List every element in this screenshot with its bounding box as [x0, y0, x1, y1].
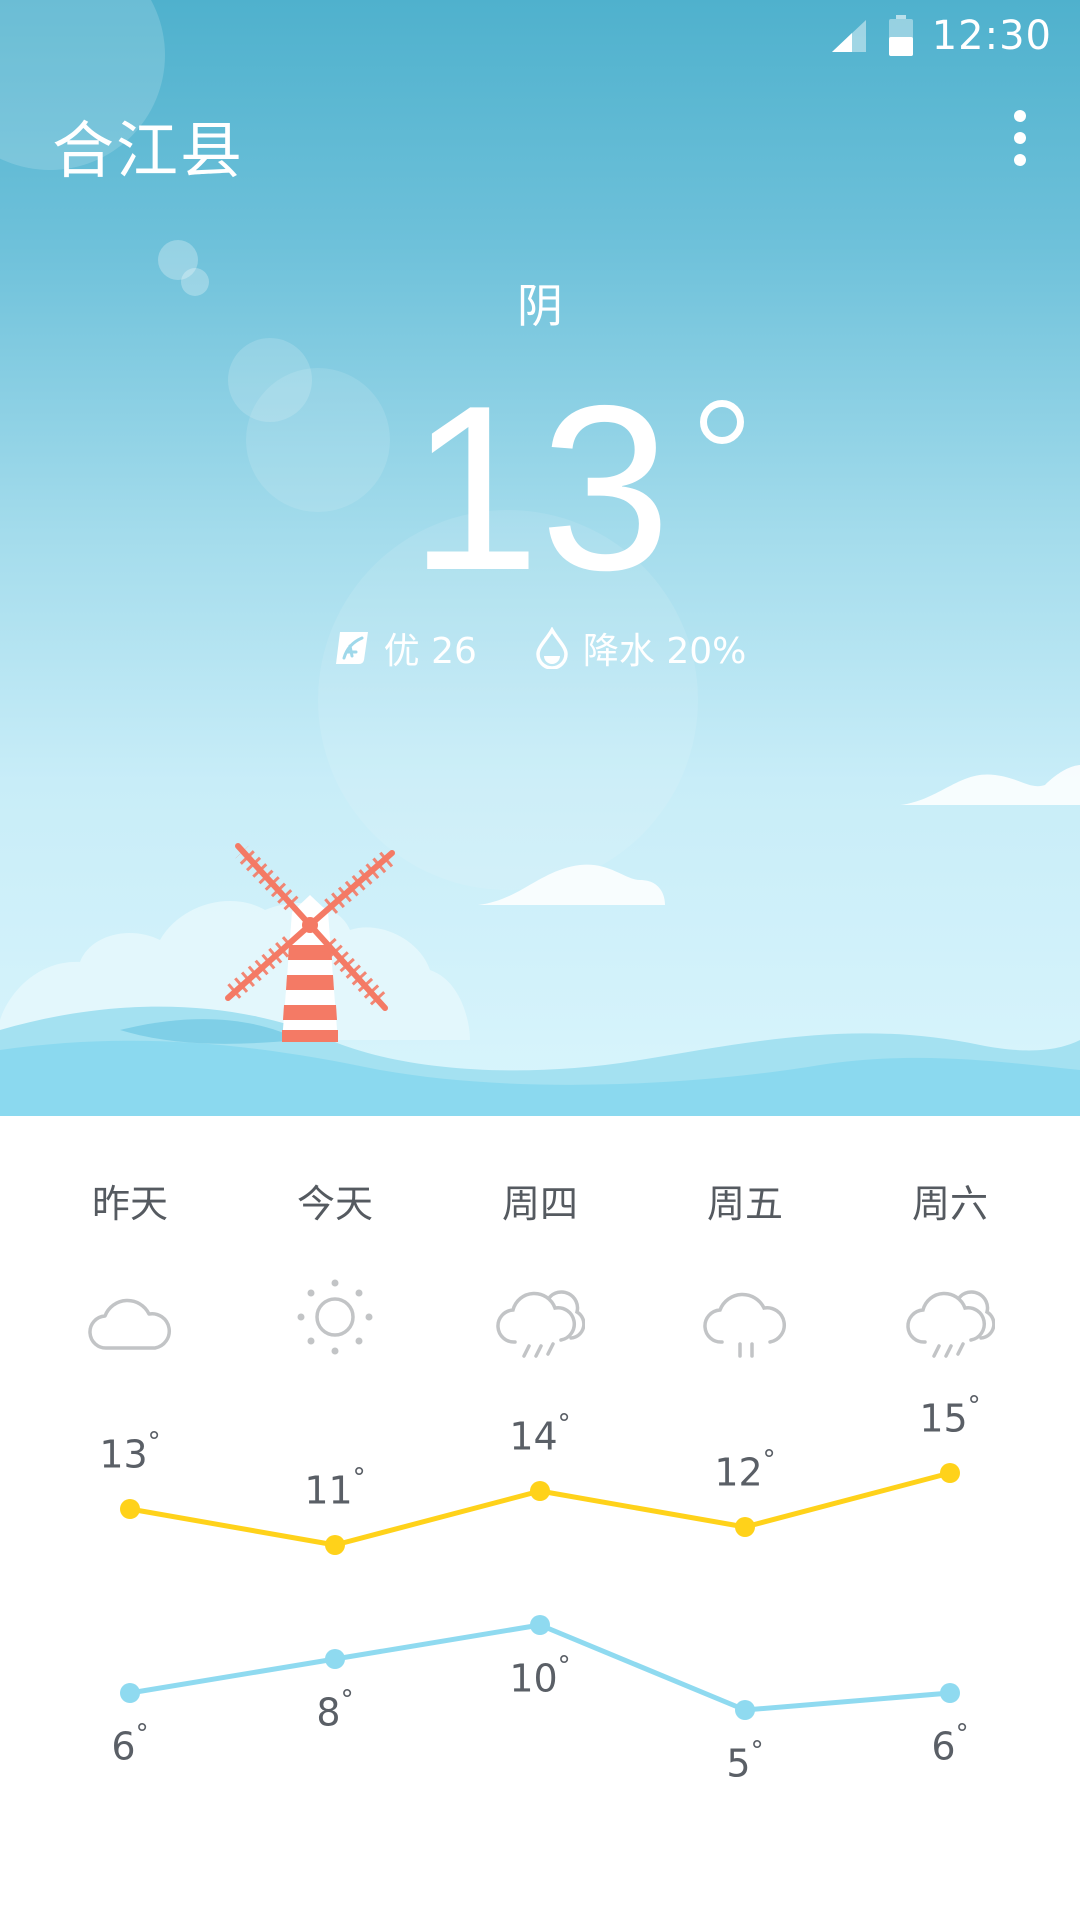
cloud-rain-sun-icon	[906, 1290, 995, 1358]
weather-condition: 阴	[517, 279, 563, 333]
degree-sign: °	[147, 1427, 161, 1457]
degree-sign: °	[557, 1409, 571, 1439]
forecast-day-label[interactable]: 周六	[870, 1173, 1030, 1228]
leaf-icon	[335, 632, 368, 664]
high-temperature-point	[325, 1535, 345, 1555]
temperature-value: 6	[111, 1724, 136, 1769]
air-quality[interactable]: 优 26	[334, 622, 477, 674]
high-temperature-label: 12°	[685, 1445, 805, 1495]
low-temperature-label: 5°	[685, 1736, 805, 1786]
cloud-rain-sun-icon	[496, 1290, 585, 1358]
temperature-value: 6	[931, 1724, 956, 1769]
temperature-value: 5	[726, 1741, 751, 1786]
temperature-value: 10	[509, 1656, 558, 1701]
cloud-icon	[88, 1298, 172, 1350]
degree-sign: °	[955, 1719, 969, 1749]
high-temperature-label: 15°	[890, 1391, 1010, 1441]
current-temperature: 13	[409, 356, 671, 619]
precipitation-text: 降水 20%	[582, 631, 747, 672]
high-temperature-point	[940, 1463, 960, 1483]
signal-icon	[831, 20, 866, 52]
weather-hero: 12:30 合江县 阴 13 优 26 降水 20%	[0, 0, 1080, 1116]
low-temperature-point	[530, 1615, 550, 1635]
high-temperature-label: 11°	[275, 1463, 395, 1513]
precipitation[interactable]: 降水 20%	[535, 622, 746, 674]
forecast-day-label[interactable]: 周五	[665, 1173, 825, 1228]
degree-sign: °	[967, 1391, 981, 1421]
temperature-value: 13	[99, 1432, 148, 1477]
temperature-value: 14	[509, 1414, 558, 1459]
temperature-value: 11	[304, 1468, 353, 1513]
degree-sign: °	[340, 1685, 354, 1715]
air-quality-text: 优 26	[383, 631, 477, 672]
more-options-button[interactable]	[1000, 106, 1040, 170]
cloud-rain-icon	[703, 1292, 787, 1358]
high-temperature-point	[120, 1499, 140, 1519]
droplet-icon	[536, 627, 568, 669]
high-temperature-point	[530, 1481, 550, 1501]
high-temperature-point	[735, 1517, 755, 1537]
sun-icon	[297, 1279, 373, 1355]
low-temperature-label: 6°	[70, 1719, 190, 1769]
more-dot-icon	[1014, 154, 1026, 166]
low-temperature-label: 10°	[480, 1651, 600, 1701]
low-temperature-point	[325, 1649, 345, 1669]
low-temperature-label: 6°	[890, 1719, 1010, 1769]
battery-icon	[888, 15, 913, 56]
temperature-value: 12	[714, 1450, 763, 1495]
high-temperature-label: 13°	[70, 1427, 190, 1477]
forecast-day-label[interactable]: 周四	[460, 1173, 620, 1228]
degree-symbol	[700, 400, 744, 444]
status-bar: 12:30	[680, 0, 1080, 72]
more-dot-icon	[1014, 110, 1026, 122]
low-temperature-label: 8°	[275, 1685, 395, 1735]
degree-sign: °	[762, 1445, 776, 1475]
degree-sign: °	[135, 1719, 149, 1749]
low-temperature-point	[120, 1683, 140, 1703]
temperature-value: 15	[919, 1396, 968, 1441]
low-temperature-point	[735, 1700, 755, 1720]
degree-sign: °	[750, 1736, 764, 1766]
forecast-day-label[interactable]: 今天	[255, 1173, 415, 1228]
forecast-day-label[interactable]: 昨天	[50, 1173, 210, 1228]
low-temperature-point	[940, 1683, 960, 1703]
degree-sign: °	[352, 1463, 366, 1493]
city-name[interactable]: 合江县	[52, 100, 244, 190]
degree-sign: °	[557, 1651, 571, 1681]
weather-meta: 优 26 降水 20%	[0, 622, 1080, 674]
more-dot-icon	[1014, 132, 1026, 144]
temperature-value: 8	[316, 1690, 341, 1735]
status-time: 12:30	[931, 13, 1052, 59]
high-temperature-label: 14°	[480, 1409, 600, 1459]
